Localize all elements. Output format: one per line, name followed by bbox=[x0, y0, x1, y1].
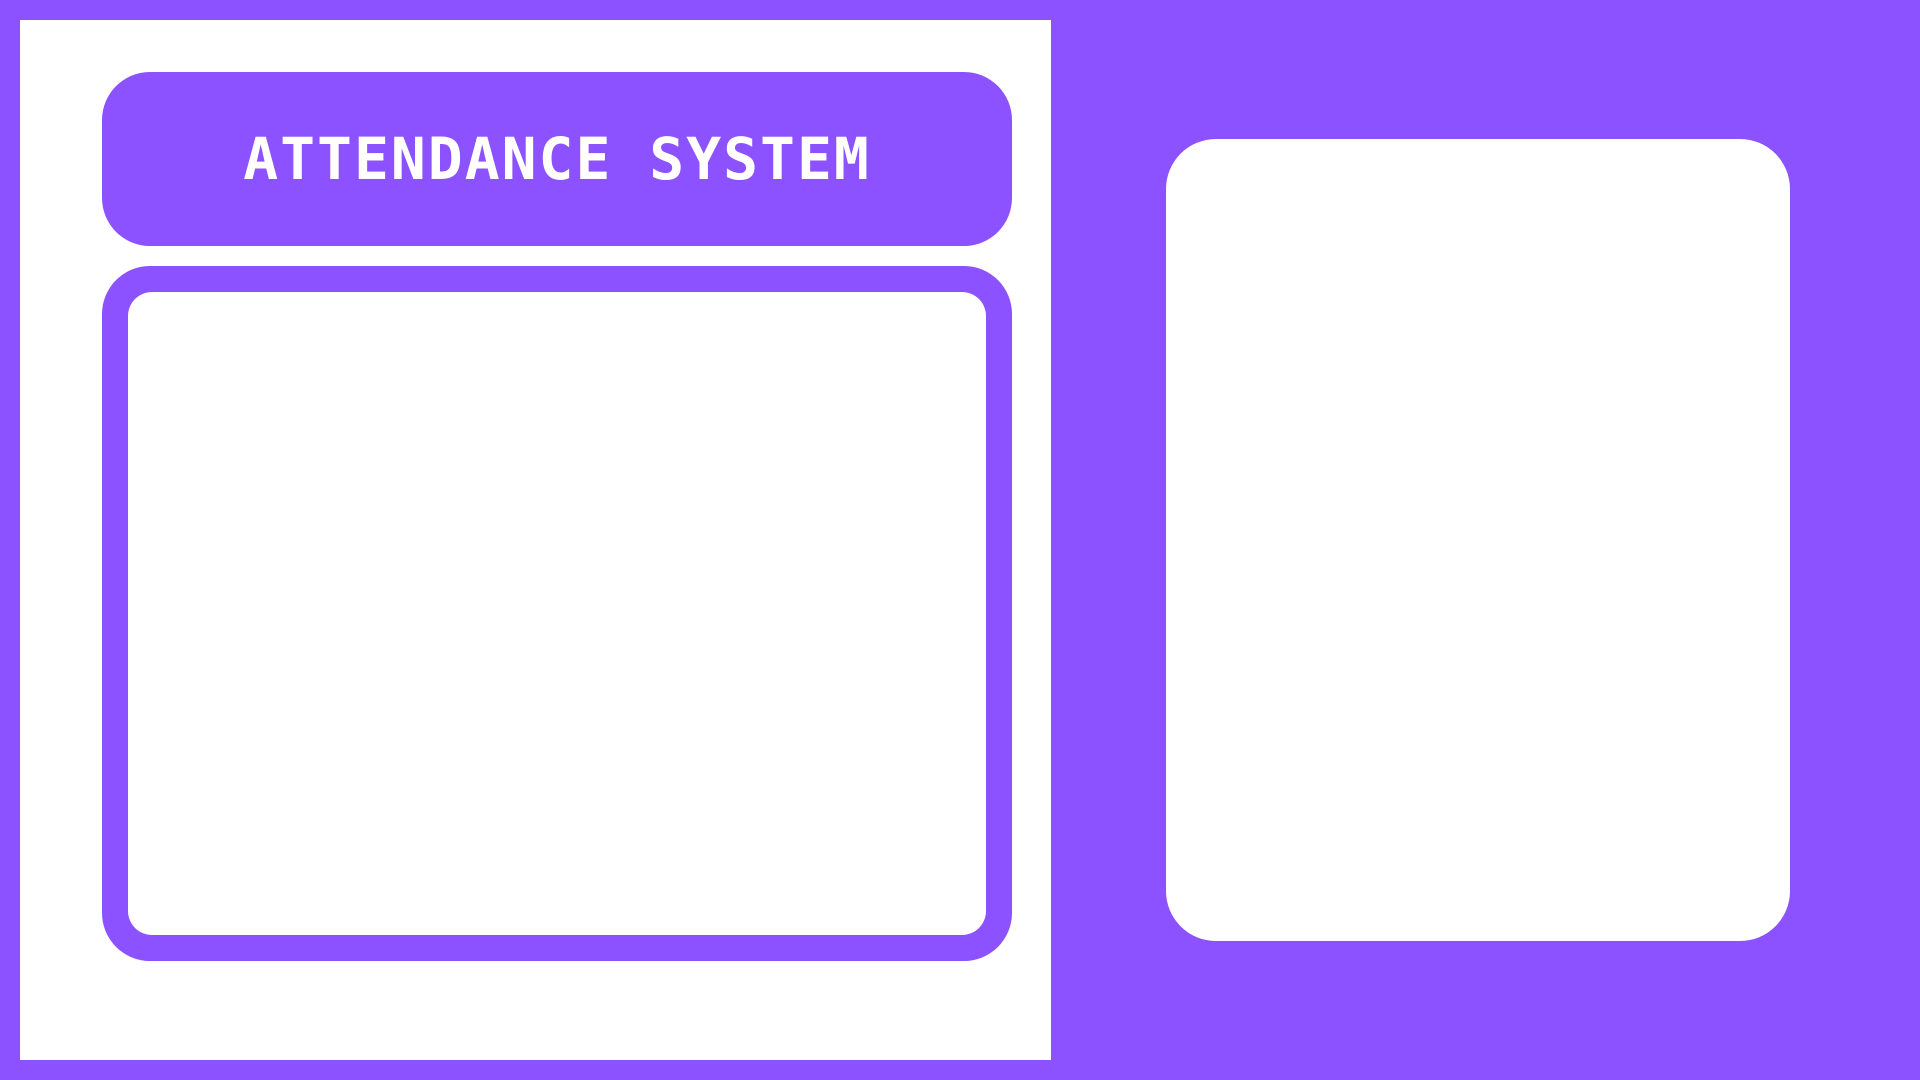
camera-feed-frame bbox=[102, 266, 1012, 961]
title-banner: ATTENDANCE SYSTEM bbox=[102, 72, 1012, 246]
main-panel: ATTENDANCE SYSTEM bbox=[20, 20, 1051, 1060]
camera-feed-area bbox=[128, 292, 986, 935]
app-title: ATTENDANCE SYSTEM bbox=[243, 125, 871, 193]
info-card bbox=[1166, 139, 1790, 941]
